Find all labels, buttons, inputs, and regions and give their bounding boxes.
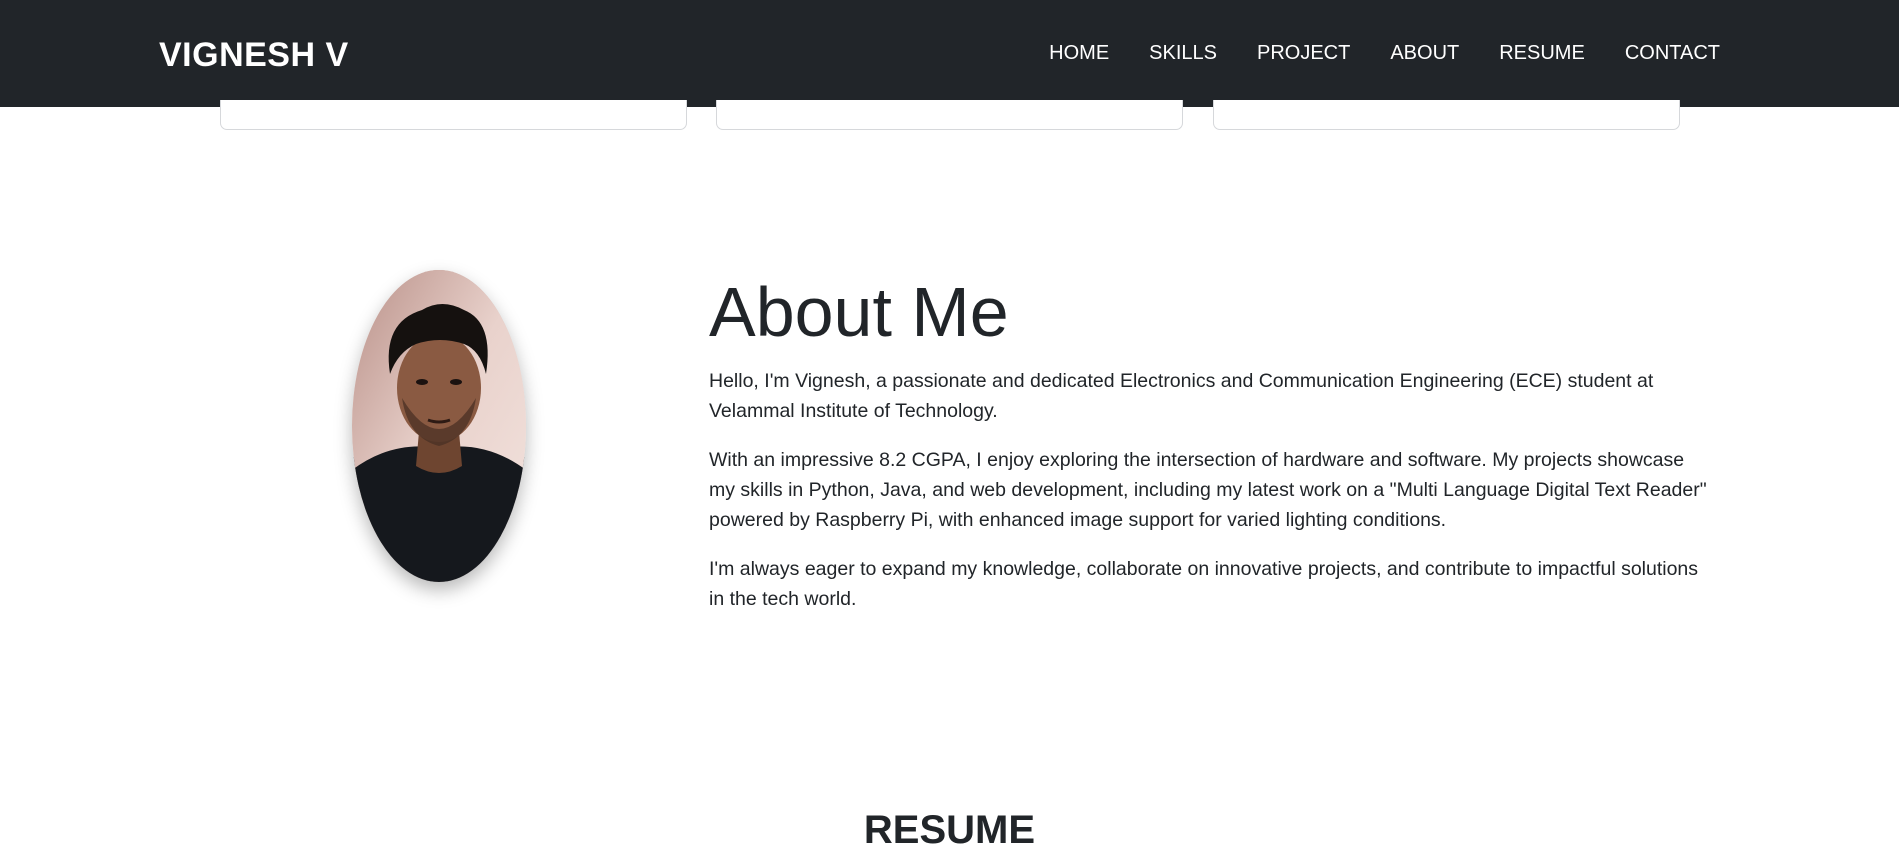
project-card-1 — [220, 100, 687, 130]
about-text: Hello, I'm Vignesh, a passionate and ded… — [709, 366, 1709, 633]
nav-link-skills[interactable]: SKILLS — [1149, 42, 1217, 65]
about-paragraph: Hello, I'm Vignesh, a passionate and ded… — [709, 370, 1654, 422]
nav-link-contact[interactable]: CONTACT — [1625, 42, 1720, 65]
resume-title: RESUME — [863, 808, 1036, 852]
project-card-3 — [1213, 100, 1680, 130]
nav-links: HOME SKILLS PROJECT ABOUT RESUME CONTACT — [1049, 42, 1720, 65]
nav-link-home[interactable]: HOME — [1049, 42, 1109, 65]
nav-link-project[interactable]: PROJECT — [1257, 42, 1350, 65]
profile-photo — [352, 270, 526, 582]
brand-logo[interactable]: VIGNESH V — [159, 36, 349, 75]
nav-link-about[interactable]: ABOUT — [1390, 42, 1459, 65]
about-paragraph: With an impressive 8.2 CGPA, I enjoy exp… — [709, 449, 1707, 531]
project-card-2 — [716, 100, 1183, 130]
nav-link-resume[interactable]: RESUME — [1499, 42, 1585, 65]
about-title: About Me — [709, 273, 1009, 351]
about-paragraph: I'm always eager to expand my knowledge,… — [709, 558, 1699, 610]
navbar: VIGNESH V HOME SKILLS PROJECT ABOUT RESU… — [0, 0, 1899, 107]
